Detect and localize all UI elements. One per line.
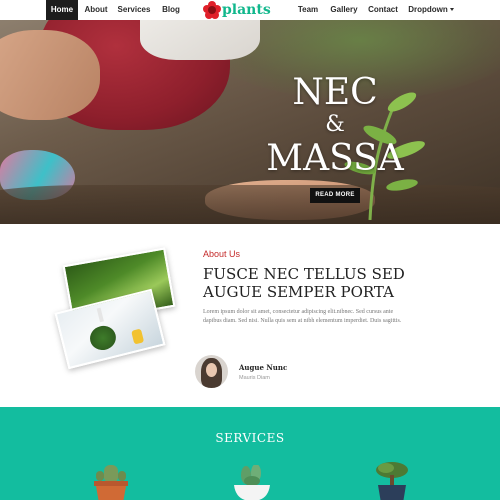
room-plant-shape: [87, 323, 119, 353]
site-logo[interactable]: plants: [202, 0, 271, 20]
hero-shirt-shape: [140, 20, 260, 60]
nav-services-link[interactable]: Services: [114, 0, 154, 20]
nav-contact-link[interactable]: Contact: [366, 0, 400, 20]
hero-title-line1: NEC: [292, 72, 378, 113]
flower-logo-icon: [202, 0, 222, 20]
succulent-bowl-icon: [234, 465, 270, 500]
nav-home-link[interactable]: Home: [46, 0, 78, 20]
room-bottle-shape: [131, 328, 145, 345]
author-role: Mauris Diam: [239, 375, 270, 381]
about-title: FUSCE NEC TELLUS SED AUGUE SEMPER PORTA: [203, 265, 405, 301]
about-description: Lorem ipsum dolor sit amet, consectetur …: [203, 309, 402, 324]
hero-title-ampersand: &: [325, 112, 345, 137]
nav-blog-link[interactable]: Blog: [157, 0, 185, 20]
room-lamp-shape: [96, 307, 104, 323]
hero-title-line3: MASSA: [266, 138, 404, 179]
services-section: SERVICES: [0, 407, 500, 500]
nav-gallery-link[interactable]: Gallery: [327, 0, 361, 20]
hero-banner: NEC & MASSA: [0, 20, 500, 224]
hero-leg-shape: [0, 30, 100, 120]
nav-team-link[interactable]: Team: [294, 0, 322, 20]
caret-down-icon: [449, 8, 454, 12]
logo-text: plants: [222, 2, 271, 18]
nav-dropdown-toggle[interactable]: Dropdown: [405, 0, 457, 20]
nav-about-link[interactable]: About: [80, 0, 112, 20]
read-more-button[interactable]: READ MORE: [310, 188, 360, 203]
author-avatar: [195, 355, 228, 388]
top-navbar: Home About Services Blog plants Team Gal…: [0, 0, 500, 20]
nav-dropdown-label: Dropdown: [408, 5, 448, 14]
author-name: Augue Nunc: [239, 363, 288, 372]
services-title: SERVICES: [215, 431, 285, 445]
cactus-pot-icon: [94, 465, 128, 500]
avatar-face-shape: [206, 363, 217, 377]
about-section-label: About Us: [203, 249, 241, 259]
bonsai-pot-icon: [376, 462, 408, 500]
